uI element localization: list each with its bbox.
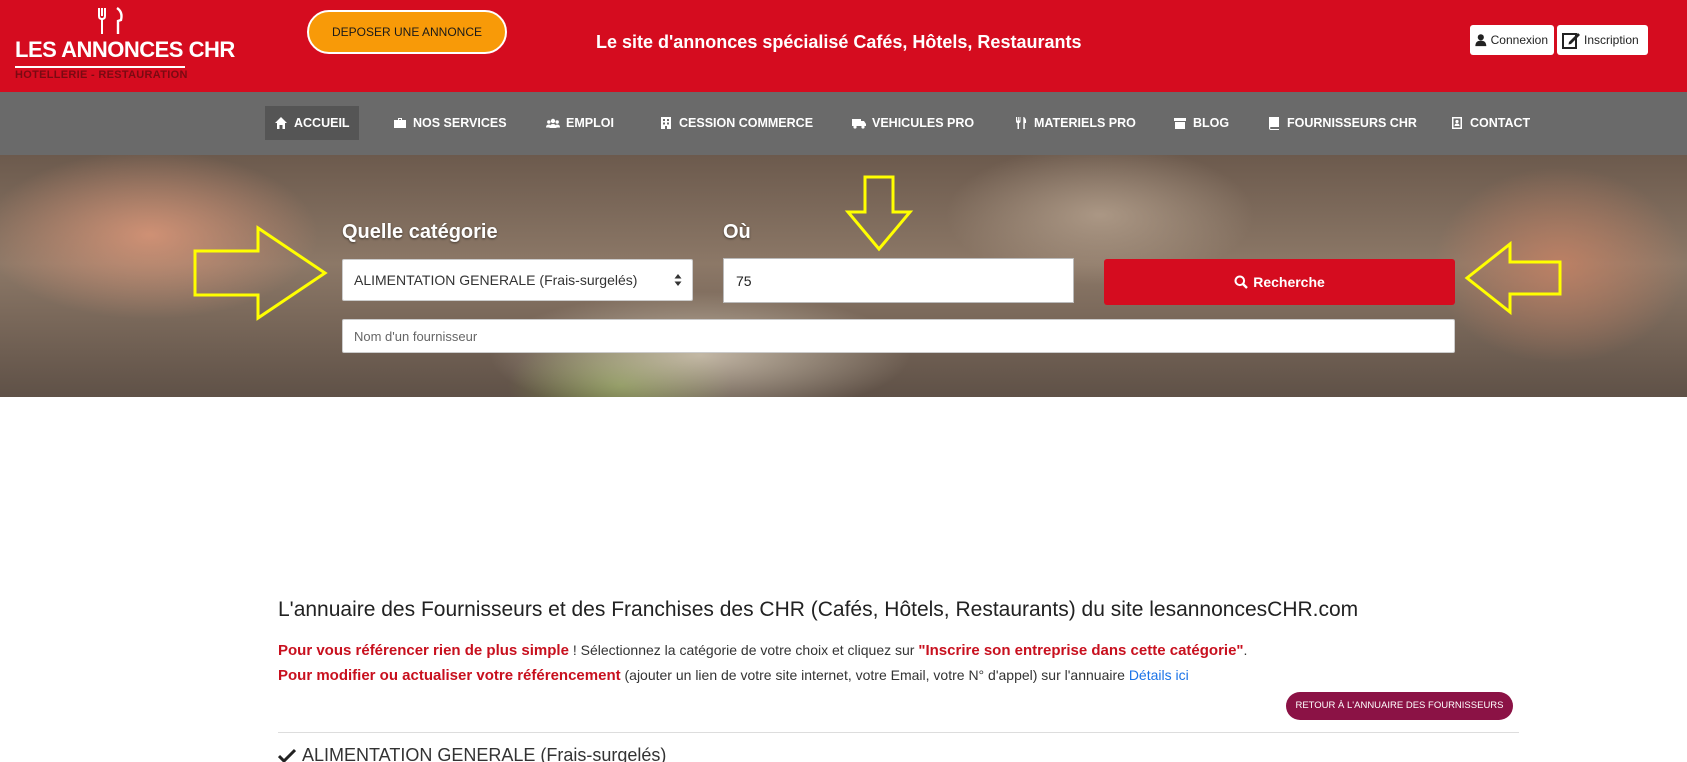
site-tagline: Le site d'annonces spécialisé Cafés, Hôt… — [596, 32, 1082, 52]
where-label: Où — [723, 221, 751, 243]
update-strong-text: Pour modifier ou actualiser votre référe… — [278, 667, 621, 684]
nav-item-blog[interactable]: BLOG — [1164, 106, 1238, 140]
info-line-register: Pour vous référencer rien de plus simple… — [278, 642, 1247, 659]
check-icon — [278, 748, 296, 762]
login-button[interactable]: Connexion — [1470, 25, 1554, 55]
nav-item-emploi[interactable]: EMPLOI — [537, 106, 623, 140]
deposit-ad-button[interactable]: DEPOSER UNE ANNONCE — [307, 10, 507, 54]
register-quote-text: "Inscrire son entreprise dans cette caté… — [918, 642, 1244, 659]
nav-item-nos-services[interactable]: NOS SERVICES — [384, 106, 516, 140]
supplier-name-input[interactable] — [342, 319, 1455, 353]
nav-item-accueil[interactable]: ACCUEIL — [265, 106, 359, 140]
nav-item-contact[interactable]: CONTACT — [1441, 106, 1539, 140]
header-bar: LES ANNONCES CHR HOTELLERIE - RESTAURATI… — [0, 0, 1687, 92]
search-button[interactable]: Recherche — [1104, 259, 1455, 305]
signup-label: Inscription — [1584, 33, 1639, 47]
nav-label: VEHICULES PRO — [872, 116, 975, 130]
page: LES ANNONCES CHR HOTELLERIE - RESTAURATI… — [0, 0, 1687, 762]
utensils-icon — [1016, 117, 1027, 129]
archive-icon — [1174, 118, 1186, 129]
utensils-logo-icon — [98, 7, 123, 34]
contact-card-icon — [1452, 117, 1462, 129]
nav-item-materiels-pro[interactable]: MATERIELS PRO — [1005, 106, 1145, 140]
nav-label: MATERIELS PRO — [1034, 116, 1136, 130]
details-link[interactable]: Détails ici — [1129, 667, 1189, 683]
users-icon — [546, 118, 560, 128]
search-button-label: Recherche — [1253, 274, 1325, 290]
signup-button[interactable]: Inscription — [1557, 25, 1648, 55]
main-navigation: ACCUEIL NOS SERVICES EMPLOI CESSION COMM… — [0, 92, 1687, 155]
login-label: Connexion — [1490, 33, 1548, 47]
truck-icon — [852, 119, 866, 129]
logo-text: LES ANNONCES CHR — [15, 37, 235, 62]
user-icon — [1475, 34, 1487, 47]
nav-label: BLOG — [1193, 116, 1230, 130]
category-label: Quelle catégorie — [342, 221, 498, 243]
nav-label: NOS SERVICES — [413, 116, 507, 130]
book-icon — [1269, 117, 1279, 130]
category-select-value: ALIMENTATION GENERALE (Frais-surgelés) — [354, 272, 638, 288]
back-to-directory-button[interactable]: RETOUR À L'ANNUAIRE DES FOURNISSEURS — [1286, 692, 1513, 720]
home-icon — [275, 117, 287, 129]
logo-subtitle: HOTELLERIE - RESTAURATION — [15, 66, 187, 81]
nav-item-vehicules-pro[interactable]: VEHICULES PRO — [843, 106, 983, 140]
nav-item-cession-commerce[interactable]: CESSION COMMERCE — [650, 106, 822, 140]
select-arrows-icon — [674, 274, 682, 286]
briefcase-icon — [394, 118, 406, 128]
register-text: ! Sélectionnez la catégorie de votre cho… — [568, 642, 919, 658]
register-end-text: . — [1243, 642, 1248, 658]
nav-label: EMPLOI — [566, 116, 614, 130]
hero-search-section: Quelle catégorie Où ALIMENTATION GENERAL… — [0, 155, 1687, 397]
info-line-update: Pour modifier ou actualiser votre référe… — [278, 667, 1189, 684]
register-strong-text: Pour vous référencer rien de plus simple — [278, 642, 569, 659]
building-icon — [661, 117, 671, 129]
divider — [278, 732, 1519, 733]
directory-title: L'annuaire des Fournisseurs et des Franc… — [278, 598, 1359, 621]
nav-label: ACCUEIL — [294, 116, 350, 130]
update-text: (ajouter un lien de votre site internet,… — [620, 667, 1129, 683]
edit-icon — [1562, 33, 1580, 49]
nav-label: CONTACT — [1470, 116, 1531, 130]
nav-label: CESSION COMMERCE — [679, 116, 814, 130]
search-icon — [1234, 275, 1249, 289]
category-select[interactable]: ALIMENTATION GENERALE (Frais-surgelés) — [342, 259, 693, 301]
location-input[interactable] — [723, 258, 1074, 303]
category-heading: ALIMENTATION GENERALE (Frais-surgelés) — [278, 745, 666, 762]
site-logo[interactable]: LES ANNONCES CHR HOTELLERIE - RESTAURATI… — [15, 6, 235, 81]
nav-item-fournisseurs-chr[interactable]: FOURNISSEURS CHR — [1258, 106, 1426, 140]
nav-label: FOURNISSEURS CHR — [1287, 116, 1417, 130]
category-heading-text: ALIMENTATION GENERALE (Frais-surgelés) — [302, 745, 667, 762]
